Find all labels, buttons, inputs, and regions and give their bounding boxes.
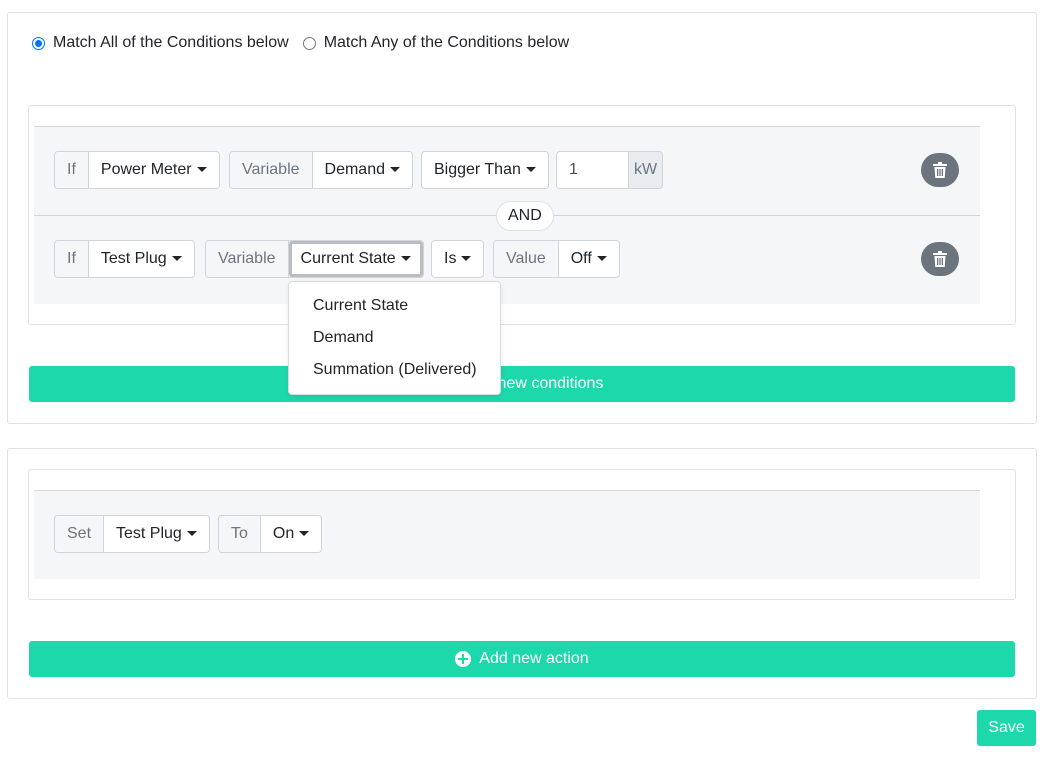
condition-2-operator-group: Is	[431, 240, 485, 278]
action-1-to-label: To	[219, 516, 261, 552]
match-all-radio[interactable]	[32, 36, 45, 50]
match-mode-radio-group: Match All of the Conditions below Match …	[32, 34, 583, 52]
add-action-label: Add new action	[479, 650, 589, 667]
condition-1-operator-group: Bigger Than	[421, 151, 549, 189]
action-1-device-value: Test Plug	[116, 525, 182, 542]
match-any-radio[interactable]	[302, 36, 316, 50]
condition-2-variable-value: Current State	[300, 250, 396, 267]
trash-icon	[933, 162, 947, 178]
dropdown-option[interactable]: Current State	[289, 290, 500, 322]
condition-1-operator-value: Bigger Than	[434, 161, 521, 178]
chevron-down-icon	[400, 255, 411, 261]
action-1-device-group: Set Test Plug	[54, 515, 210, 553]
trash-icon	[933, 251, 947, 267]
condition-2-operator-dropdown[interactable]: Is	[432, 241, 484, 277]
condition-1-unit-label: kW	[628, 152, 663, 188]
condition-1-operator-dropdown[interactable]: Bigger Than	[422, 152, 548, 188]
condition-2-device-dropdown[interactable]: Test Plug	[88, 241, 194, 277]
condition-1-device-value: Power Meter	[100, 161, 192, 178]
action-1-state-dropdown[interactable]: On	[260, 516, 322, 552]
chevron-down-icon	[299, 530, 310, 536]
dropdown-option[interactable]: Demand	[289, 322, 500, 354]
condition-1-if-label: If	[55, 152, 89, 188]
connector-badge: AND	[496, 201, 554, 231]
condition-2-value-label: Value	[494, 241, 559, 277]
dropdown-option[interactable]: Summation (Delivered)	[289, 354, 500, 386]
condition-1-variable-label: Variable	[230, 152, 313, 188]
condition-2-device-value: Test Plug	[100, 250, 167, 267]
action-1-set-label: Set	[55, 516, 105, 552]
condition-1-variable-dropdown[interactable]: Demand	[312, 152, 412, 188]
condition-1-value-input[interactable]: 1	[557, 152, 628, 188]
condition-2-value-group: Value Off	[493, 240, 620, 278]
save-button[interactable]: Save	[977, 710, 1036, 746]
add-condition-button[interactable]: Add new conditions	[29, 366, 1015, 402]
plus-circle-icon	[455, 651, 472, 667]
condition-1-delete-button[interactable]	[921, 153, 959, 187]
condition-2-if-label: If	[55, 241, 89, 277]
chevron-down-icon	[171, 255, 182, 261]
condition-2-variable-dropdown[interactable]: Current State	[288, 241, 423, 277]
add-action-button[interactable]: Add new action	[29, 641, 1015, 677]
condition-1-variable-group: Variable Demand	[229, 151, 413, 189]
match-any-label[interactable]: Match Any of the Conditions below	[324, 34, 569, 52]
chevron-down-icon	[596, 255, 607, 261]
condition-2-variable-group: Variable Current State	[205, 240, 424, 278]
chevron-down-icon	[461, 255, 472, 261]
condition-2-device-group: If Test Plug	[54, 240, 195, 278]
condition-1-value-group: 1 kW	[556, 151, 664, 189]
action-1-state-group: To On	[218, 515, 323, 553]
condition-1-device-dropdown[interactable]: Power Meter	[88, 152, 219, 188]
match-all-label[interactable]: Match All of the Conditions below	[53, 34, 289, 52]
chevron-down-icon	[186, 530, 197, 536]
condition-2-value-value: Off	[570, 250, 592, 267]
condition-2-delete-button[interactable]	[921, 242, 959, 276]
chevron-down-icon	[390, 166, 400, 172]
condition-1-device-group: If Power Meter	[54, 151, 220, 189]
condition-2-operator-value: Is	[444, 250, 457, 267]
condition-2-variable-label: Variable	[206, 241, 289, 277]
condition-1-variable-value: Demand	[324, 161, 385, 178]
chevron-down-icon	[525, 166, 536, 172]
action-1-state-value: On	[272, 525, 295, 542]
variable-dropdown-menu: Current State Demand Summation (Delivere…	[288, 281, 501, 395]
action-1-device-dropdown[interactable]: Test Plug	[104, 516, 209, 552]
chevron-down-icon	[196, 166, 207, 172]
condition-2-value-dropdown[interactable]: Off	[558, 241, 619, 277]
